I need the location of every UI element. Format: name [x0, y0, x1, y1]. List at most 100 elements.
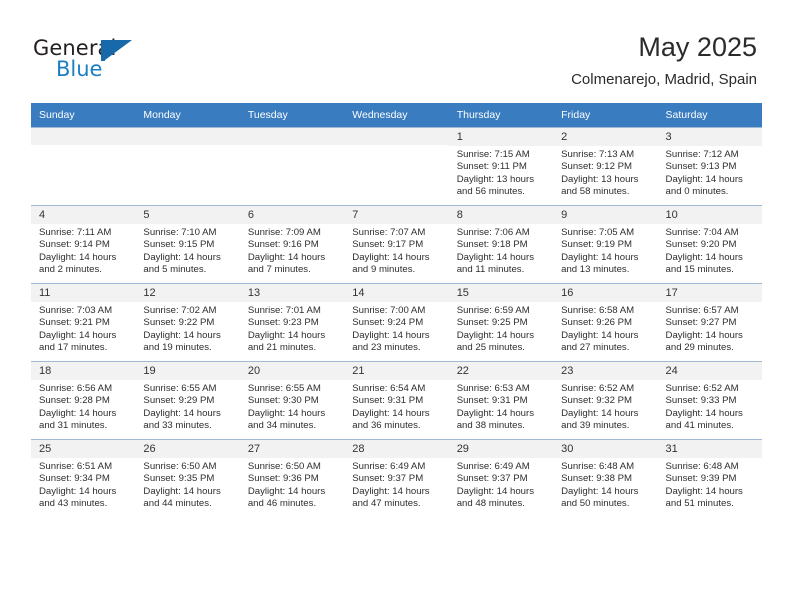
day-cell-inner: 2 Sunrise: 7:13 AM Sunset: 9:12 PM Daylight… [553, 127, 658, 205]
calendar-day-cell[interactable]: 15 Sunrise: 6:59 AM Sunset: 9:25 PM Dayligh… [448, 283, 554, 361]
daylight-duration-line2: and 46 minutes. [247, 498, 317, 510]
daylight-duration-line2: and 17 minutes. [39, 342, 108, 354]
calendar-day-cell[interactable]: 26 Sunrise: 6:50 AM Sunset: 9:35 PM Dayligh… [135, 439, 240, 517]
sunset-time: Sunset: 9:30 PM [247, 395, 319, 407]
sunset-time: Sunset: 9:23 PM [247, 317, 319, 329]
calendar-day-cell[interactable]: 23 Sunrise: 6:52 AM Sunset: 9:32 PM Dayligh… [553, 361, 658, 439]
sunset-time: Sunset: 9:20 PM [665, 239, 737, 251]
calendar-day-cell[interactable]: 8 Sunrise: 7:06 AM Sunset: 9:18 PM Daylight… [448, 205, 554, 283]
day-number: 19 [135, 362, 240, 380]
sunset-time: Sunset: 9:31 PM [456, 395, 528, 407]
calendar-day-cell[interactable]: 31 Sunrise: 6:48 AM Sunset: 9:39 PM Dayligh… [657, 439, 762, 517]
general-blue-logo[interactable]: General Blue [33, 36, 143, 84]
sunset-time: Sunset: 9:18 PM [456, 239, 528, 251]
daylight-duration-line2: and 23 minutes. [352, 342, 421, 354]
day-number: 20 [239, 362, 345, 380]
daylight-duration-line1: Daylight: 14 hours [561, 485, 639, 497]
calendar-day-cell[interactable]: 7 Sunrise: 7:07 AM Sunset: 9:17 PM Daylight… [344, 205, 449, 283]
calendar-day-cell[interactable]: 2 Sunrise: 7:13 AM Sunset: 9:12 PM Daylight… [553, 127, 658, 205]
daylight-duration-line2: and 50 minutes. [561, 498, 630, 510]
day-number: 4 [31, 206, 136, 224]
sunrise-time: Sunrise: 7:13 AM [561, 149, 635, 160]
sunset-time: Sunset: 9:39 PM [665, 473, 737, 485]
calendar-day-cell[interactable]: 11 Sunrise: 7:03 AM Sunset: 9:21 PM Dayligh… [31, 283, 136, 361]
sunset-time: Sunset: 9:34 PM [39, 473, 110, 485]
sunrise-time: Sunrise: 7:00 AM [352, 305, 426, 316]
calendar-day-cell[interactable]: 22 Sunrise: 6:53 AM Sunset: 9:31 PM Dayligh… [448, 361, 554, 439]
calendar-day-cell[interactable]: 27 Sunrise: 6:50 AM Sunset: 9:36 PM Dayligh… [239, 439, 345, 517]
daylight-duration-line1: Daylight: 13 hours [561, 173, 639, 185]
calendar-day-cell[interactable]: 4 Sunrise: 7:11 AM Sunset: 9:14 PM Daylight… [31, 205, 136, 283]
calendar-day-cell[interactable]: 21 Sunrise: 6:54 AM Sunset: 9:31 PM Dayligh… [344, 361, 449, 439]
calendar-day-cell[interactable]: 13 Sunrise: 7:01 AM Sunset: 9:23 PM Dayligh… [239, 283, 345, 361]
sunrise-time: Sunrise: 7:03 AM [39, 305, 113, 316]
day-number: 8 [448, 206, 554, 224]
day-detail-lines: Sunrise: 6:53 AM Sunset: 9:31 PM Daylight:… [449, 380, 553, 433]
day-detail-lines: Sunrise: 7:12 AM Sunset: 9:13 PM Daylight:… [658, 146, 762, 199]
calendar-cell-empty [344, 127, 449, 205]
sunrise-time: Sunrise: 7:07 AM [352, 227, 426, 238]
day-cell-inner: 9 Sunrise: 7:05 AM Sunset: 9:19 PM Daylight… [553, 205, 658, 283]
daylight-duration-line2: and 31 minutes. [39, 420, 108, 432]
calendar-day-cell[interactable]: 30 Sunrise: 6:48 AM Sunset: 9:38 PM Dayligh… [553, 439, 658, 517]
sunset-time: Sunset: 9:16 PM [247, 239, 319, 251]
day-number: 29 [448, 440, 554, 458]
calendar-cell-empty [135, 127, 240, 205]
calendar-day-cell[interactable]: 19 Sunrise: 6:55 AM Sunset: 9:29 PM Dayligh… [135, 361, 240, 439]
sunrise-time: Sunrise: 6:57 AM [665, 305, 739, 316]
location-subtitle: Colmenarejo, Madrid, Spain [571, 71, 757, 88]
day-detail-lines: Sunrise: 6:55 AM Sunset: 9:29 PM Daylight:… [135, 380, 239, 433]
calendar-day-cell[interactable]: 14 Sunrise: 7:00 AM Sunset: 9:24 PM Dayligh… [344, 283, 449, 361]
calendar-day-cell[interactable]: 24 Sunrise: 6:52 AM Sunset: 9:33 PM Dayligh… [657, 361, 762, 439]
day-detail-lines: Sunrise: 6:57 AM Sunset: 9:27 PM Daylight:… [658, 302, 762, 355]
calendar-day-cell[interactable]: 12 Sunrise: 7:02 AM Sunset: 9:22 PM Dayligh… [135, 283, 240, 361]
sunset-time: Sunset: 9:31 PM [352, 395, 424, 407]
logo-text-blue: Blue [56, 57, 103, 81]
day-cell-inner: 17 Sunrise: 6:57 AM Sunset: 9:27 PM Dayligh… [657, 283, 762, 361]
calendar-week-row: 18 Sunrise: 6:56 AM Sunset: 9:28 PM Dayligh… [31, 361, 762, 439]
daylight-duration-line1: Daylight: 14 hours [143, 407, 221, 419]
calendar-day-cell[interactable]: 9 Sunrise: 7:05 AM Sunset: 9:19 PM Daylight… [553, 205, 658, 283]
sunrise-time: Sunrise: 6:52 AM [561, 383, 635, 394]
day-detail-lines: Sunrise: 7:10 AM Sunset: 9:15 PM Daylight:… [135, 224, 239, 277]
sunset-time: Sunset: 9:29 PM [143, 395, 215, 407]
day-detail-lines: Sunrise: 6:54 AM Sunset: 9:31 PM Daylight:… [344, 380, 448, 433]
sunrise-time: Sunrise: 6:55 AM [247, 383, 321, 394]
daylight-duration-line2: and 47 minutes. [352, 498, 421, 510]
calendar-day-cell[interactable]: 1 Sunrise: 7:15 AM Sunset: 9:11 PM Daylight… [448, 127, 554, 205]
sunset-time: Sunset: 9:35 PM [143, 473, 215, 485]
day-cell-inner: 16 Sunrise: 6:58 AM Sunset: 9:26 PM Dayligh… [553, 283, 658, 361]
daylight-duration-line1: Daylight: 14 hours [352, 407, 430, 419]
calendar-day-cell[interactable]: 17 Sunrise: 6:57 AM Sunset: 9:27 PM Dayligh… [657, 283, 762, 361]
calendar-day-cell[interactable]: 20 Sunrise: 6:55 AM Sunset: 9:30 PM Dayligh… [239, 361, 345, 439]
daylight-duration-line2: and 5 minutes. [143, 264, 207, 276]
calendar-day-cell[interactable]: 18 Sunrise: 6:56 AM Sunset: 9:28 PM Dayligh… [31, 361, 136, 439]
calendar-day-cell[interactable]: 25 Sunrise: 6:51 AM Sunset: 9:34 PM Dayligh… [31, 439, 136, 517]
calendar-day-cell[interactable]: 16 Sunrise: 6:58 AM Sunset: 9:26 PM Dayligh… [553, 283, 658, 361]
day-detail-lines: Sunrise: 6:51 AM Sunset: 9:34 PM Daylight:… [31, 458, 135, 511]
page-header: General Blue May 2025 Colmenarejo, Madri… [0, 0, 792, 100]
sunrise-time: Sunrise: 6:48 AM [665, 461, 739, 472]
daylight-duration-line2: and 21 minutes. [247, 342, 317, 354]
daylight-duration-line1: Daylight: 14 hours [143, 251, 221, 263]
calendar-day-cell[interactable]: 5 Sunrise: 7:10 AM Sunset: 9:15 PM Daylight… [135, 205, 240, 283]
daylight-duration-line1: Daylight: 14 hours [143, 485, 221, 497]
empty-cell-inner [344, 127, 449, 145]
calendar-day-cell[interactable]: 6 Sunrise: 7:09 AM Sunset: 9:16 PM Daylight… [239, 205, 345, 283]
daylight-duration-line2: and 15 minutes. [665, 264, 734, 276]
empty-cell-inner [31, 127, 136, 145]
sunrise-time: Sunrise: 6:53 AM [456, 383, 530, 394]
weekday-header-saturday: Saturday [657, 103, 762, 127]
day-number: 7 [344, 206, 449, 224]
daylight-duration-line2: and 0 minutes. [665, 186, 729, 198]
daylight-duration-line2: and 33 minutes. [143, 420, 212, 432]
day-detail-lines: Sunrise: 7:05 AM Sunset: 9:19 PM Daylight:… [553, 224, 657, 277]
sunrise-time: Sunrise: 7:11 AM [39, 227, 112, 238]
calendar-day-cell[interactable]: 28 Sunrise: 6:49 AM Sunset: 9:37 PM Dayligh… [344, 439, 449, 517]
calendar-day-cell[interactable]: 3 Sunrise: 7:12 AM Sunset: 9:13 PM Daylight… [657, 127, 762, 205]
calendar-day-cell[interactable]: 29 Sunrise: 6:49 AM Sunset: 9:37 PM Dayligh… [448, 439, 554, 517]
daylight-duration-line1: Daylight: 14 hours [665, 407, 743, 419]
sunset-time: Sunset: 9:27 PM [665, 317, 737, 329]
calendar-day-cell[interactable]: 10 Sunrise: 7:04 AM Sunset: 9:20 PM Dayligh… [657, 205, 762, 283]
calendar-cell-empty [31, 127, 136, 205]
